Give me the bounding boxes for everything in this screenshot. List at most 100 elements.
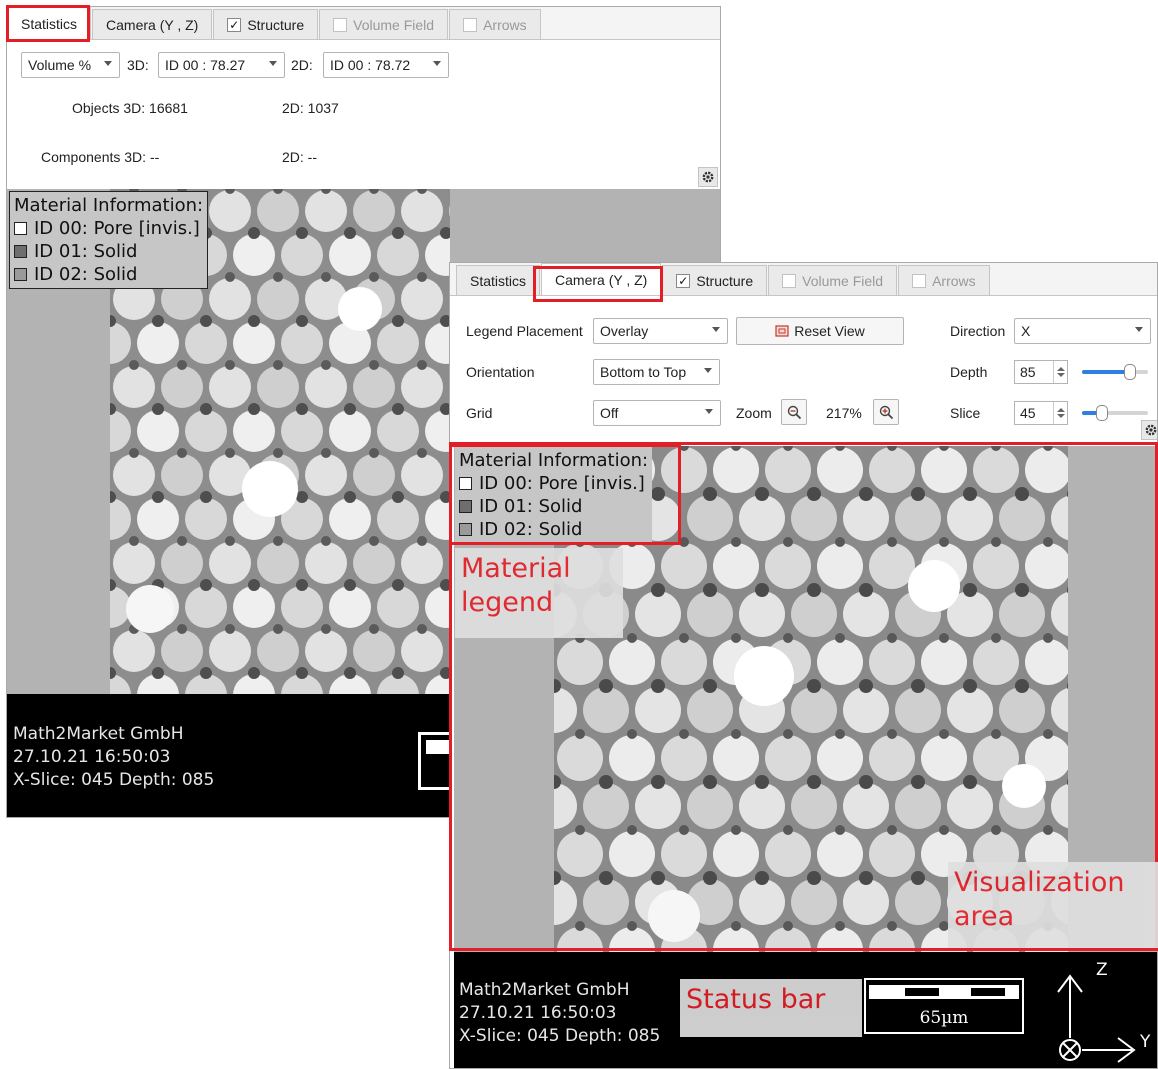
camera-tab-body: Legend Placement Overlay Reset View Dire… bbox=[450, 295, 1157, 440]
gear-icon[interactable] bbox=[1141, 420, 1157, 440]
chevron-down-icon bbox=[1135, 327, 1143, 332]
legend-item-label: ID 00: Pore [invis.] bbox=[34, 218, 200, 239]
status-datetime: 27.10.21 16:50:03 bbox=[13, 747, 171, 767]
components-2d-text: 2D: -- bbox=[282, 149, 317, 165]
chevron-down-icon bbox=[712, 327, 720, 332]
reset-view-icon bbox=[775, 325, 789, 337]
tab-label: Arrows bbox=[932, 272, 976, 289]
depth-slider[interactable] bbox=[1082, 364, 1148, 380]
slice-slider[interactable] bbox=[1082, 405, 1148, 421]
tab-statistics[interactable]: Statistics bbox=[456, 265, 541, 295]
select-2d[interactable]: ID 00 : 78.72 bbox=[323, 52, 449, 78]
legend-item: ID 00: Pore [invis.] bbox=[14, 217, 203, 240]
tab-label: Arrows bbox=[483, 16, 527, 33]
volume-field-checkbox[interactable] bbox=[782, 273, 797, 288]
structure-checkbox[interactable]: ✓ bbox=[227, 17, 242, 32]
axis-label-y: Y bbox=[1140, 1032, 1151, 1052]
measure-select[interactable]: Volume % bbox=[21, 52, 120, 78]
legend-item: ID 01: Solid bbox=[14, 240, 203, 263]
status-slice-info: X-Slice: 045 Depth: 085 bbox=[459, 1026, 661, 1046]
legend-placement-value: Overlay bbox=[600, 323, 649, 339]
grid-label: Grid bbox=[466, 405, 493, 421]
legend-placement-select[interactable]: Overlay bbox=[593, 318, 728, 344]
spin-arrows[interactable] bbox=[1053, 402, 1067, 424]
zoom-in-button[interactable] bbox=[873, 399, 899, 425]
status-company: Math2Market GmbH bbox=[459, 980, 630, 1000]
spin-arrows[interactable] bbox=[1053, 361, 1067, 383]
legend-title: Material Information: bbox=[14, 195, 204, 216]
legend-item-label: ID 01: Solid bbox=[34, 241, 138, 262]
reset-view-button[interactable]: Reset View bbox=[736, 317, 904, 345]
chevron-down-icon bbox=[705, 409, 713, 414]
measure-select-value: Volume % bbox=[28, 57, 92, 73]
label-2d: 2D: bbox=[291, 57, 313, 73]
chevron-down-icon bbox=[704, 368, 712, 373]
structure-checkbox[interactable]: ✓ bbox=[676, 273, 691, 288]
callout-visualization-area: Visualization area bbox=[948, 862, 1158, 948]
chevron-down-icon bbox=[269, 61, 277, 66]
highlight-camera-tab bbox=[533, 266, 663, 302]
select-3d[interactable]: ID 00 : 78.27 bbox=[158, 52, 285, 78]
tab-volume-field[interactable]: Volume Field bbox=[319, 9, 449, 39]
spin-up-icon bbox=[1056, 367, 1065, 371]
arrows-checkbox[interactable] bbox=[912, 273, 927, 288]
components-3d-text: Components 3D: -- bbox=[41, 149, 160, 165]
scale-bar-pattern bbox=[869, 985, 1019, 999]
tab-label: Statistics bbox=[470, 272, 527, 289]
callout-material-legend: Material legend bbox=[455, 548, 623, 638]
direction-value: X bbox=[1021, 323, 1031, 339]
zoom-value: 217% bbox=[826, 405, 862, 421]
grid-select[interactable]: Off bbox=[593, 400, 721, 426]
tab-structure[interactable]: ✓ Structure bbox=[662, 265, 768, 295]
objects-2d-text: 2D: 1037 bbox=[282, 100, 339, 116]
tab-structure[interactable]: ✓ Structure bbox=[213, 9, 319, 39]
gear-icon[interactable] bbox=[698, 167, 718, 187]
depth-value: 85 bbox=[1020, 364, 1036, 380]
zoom-out-button[interactable] bbox=[781, 399, 807, 425]
reset-view-label: Reset View bbox=[794, 323, 865, 339]
legend-swatch bbox=[14, 245, 27, 258]
label-3d: 3D: bbox=[127, 57, 149, 73]
tab-camera[interactable]: Camera (Y , Z) bbox=[92, 9, 213, 39]
tab-arrows[interactable]: Arrows bbox=[449, 9, 541, 39]
legend-swatch bbox=[14, 222, 27, 235]
legend-swatch bbox=[14, 268, 27, 281]
tab-label: Volume Field bbox=[802, 272, 884, 289]
tab-volume-field[interactable]: Volume Field bbox=[768, 265, 898, 295]
spin-up-icon bbox=[1056, 408, 1065, 412]
zoom-in-icon bbox=[879, 405, 893, 419]
zoom-out-icon bbox=[787, 405, 801, 419]
slice-label: Slice bbox=[950, 405, 981, 421]
statistics-tab-body: Volume % 3D: ID 00 : 78.27 2D: ID 00 : 7… bbox=[7, 39, 720, 189]
grid-value: Off bbox=[600, 405, 619, 421]
volume-field-checkbox[interactable] bbox=[333, 17, 348, 32]
highlight-statistics-tab bbox=[6, 5, 90, 42]
arrows-checkbox[interactable] bbox=[463, 17, 478, 32]
tab-label: Structure bbox=[696, 272, 754, 289]
slider-thumb[interactable] bbox=[1123, 364, 1136, 380]
objects-3d-text: Objects 3D: 16681 bbox=[72, 100, 188, 116]
slice-spinbox[interactable]: 45 bbox=[1014, 401, 1068, 425]
orientation-select[interactable]: Bottom to Top bbox=[593, 359, 720, 385]
tab-arrows[interactable]: Arrows bbox=[898, 265, 990, 295]
status-company: Math2Market GmbH bbox=[13, 724, 184, 744]
tab-label: Structure bbox=[247, 16, 305, 33]
scale-bar: 65µm bbox=[864, 978, 1024, 1034]
highlight-material-legend bbox=[449, 444, 681, 545]
callout-status-bar: Status bar bbox=[680, 979, 862, 1037]
select-3d-value: ID 00 : 78.27 bbox=[165, 57, 246, 73]
depth-label: Depth bbox=[950, 364, 988, 380]
direction-select[interactable]: X bbox=[1014, 318, 1151, 344]
orientation-label: Orientation bbox=[466, 364, 535, 380]
spin-down-icon bbox=[1056, 414, 1065, 418]
depth-spinbox[interactable]: 85 bbox=[1014, 360, 1068, 384]
scale-bar-label: 65µm bbox=[919, 1008, 969, 1028]
slider-thumb[interactable] bbox=[1095, 405, 1108, 421]
chevron-down-icon bbox=[104, 61, 112, 66]
legend-item: ID 02: Solid bbox=[14, 263, 203, 286]
spin-down-icon bbox=[1056, 373, 1065, 377]
legend-placement-label: Legend Placement bbox=[466, 323, 583, 339]
tab-label: Volume Field bbox=[353, 16, 435, 33]
slice-value: 45 bbox=[1020, 405, 1036, 421]
tab-label: Camera (Y , Z) bbox=[106, 16, 199, 33]
